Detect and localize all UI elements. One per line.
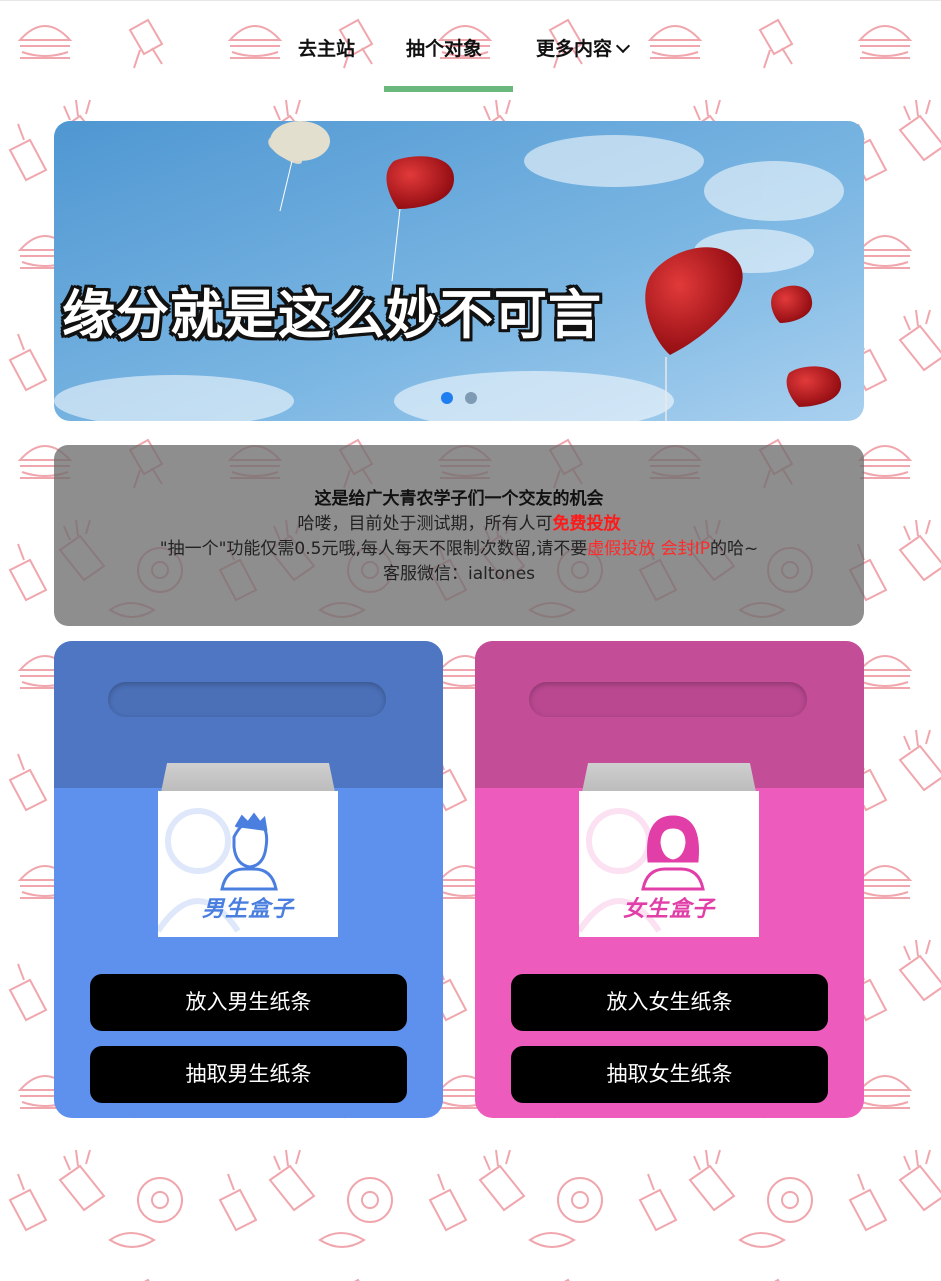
- banner-carousel[interactable]: 缘分就是这么妙不可言: [54, 121, 864, 421]
- girl-box: 女生盒子: [579, 763, 759, 937]
- top-border: [0, 0, 941, 1]
- notice-free-highlight: 免费投放: [552, 514, 621, 534]
- notice-warning-highlight: 虚假投放 会封IP: [587, 539, 710, 559]
- boy-box-label: 男生盒子: [201, 897, 294, 922]
- notice-line-2: 哈喽，目前处于测试期，所有人可免费投放: [54, 512, 864, 537]
- notice-line-1: 这是给广大青农学子们一个交友的机会: [314, 489, 604, 509]
- girl-box-card: 女生盒子 放入女生纸条 抽取女生纸条: [475, 641, 864, 1118]
- top-nav: 去主站 抽个对象 更多内容: [0, 30, 941, 92]
- put-girl-note-button[interactable]: 放入女生纸条: [511, 974, 828, 1031]
- boy-box-slot: [108, 682, 386, 717]
- draw-boy-note-button[interactable]: 抽取男生纸条: [90, 1046, 407, 1103]
- boy-box: 男生盒子: [158, 763, 338, 937]
- nav-item-draw-partner[interactable]: 抽个对象: [406, 34, 482, 61]
- nav-item-more-label: 更多内容: [536, 38, 613, 60]
- notice-line-3-suffix: 的哈~: [709, 539, 759, 559]
- nav-item-main-site[interactable]: 去主站: [298, 34, 355, 61]
- put-boy-note-button[interactable]: 放入男生纸条: [90, 974, 407, 1031]
- chevron-down-icon: [615, 38, 631, 54]
- notice-line-3: "抽一个"功能仅需0.5元哦,每人每天不限制次数留,请不要虚假投放 会封IP的哈…: [54, 537, 864, 562]
- notice-panel: 这是给广大青农学子们一个交友的机会 哈喽，目前处于测试期，所有人可免费投放 "抽…: [54, 445, 864, 626]
- carousel-dot-2[interactable]: [465, 392, 477, 404]
- notice-line-4: 客服微信：ialtones: [382, 564, 536, 584]
- draw-girl-note-button[interactable]: 抽取女生纸条: [511, 1046, 828, 1103]
- carousel-dot-1[interactable]: [441, 392, 453, 404]
- nav-item-more[interactable]: 更多内容: [536, 34, 631, 61]
- boy-box-card: 男生盒子 放入男生纸条 抽取男生纸条: [54, 641, 443, 1118]
- girl-box-slot: [529, 682, 807, 717]
- notice-line-2-text: 哈喽，目前处于测试期，所有人可: [297, 514, 553, 534]
- banner-caption: 缘分就是这么妙不可言: [62, 285, 602, 346]
- carousel-indicators: [441, 389, 489, 408]
- notice-line-3-text: "抽一个"功能仅需0.5元哦,每人每天不限制次数留,请不要: [159, 539, 588, 559]
- banner-image: [54, 121, 864, 421]
- nav-active-indicator: [384, 86, 513, 92]
- girl-box-label: 女生盒子: [622, 897, 715, 922]
